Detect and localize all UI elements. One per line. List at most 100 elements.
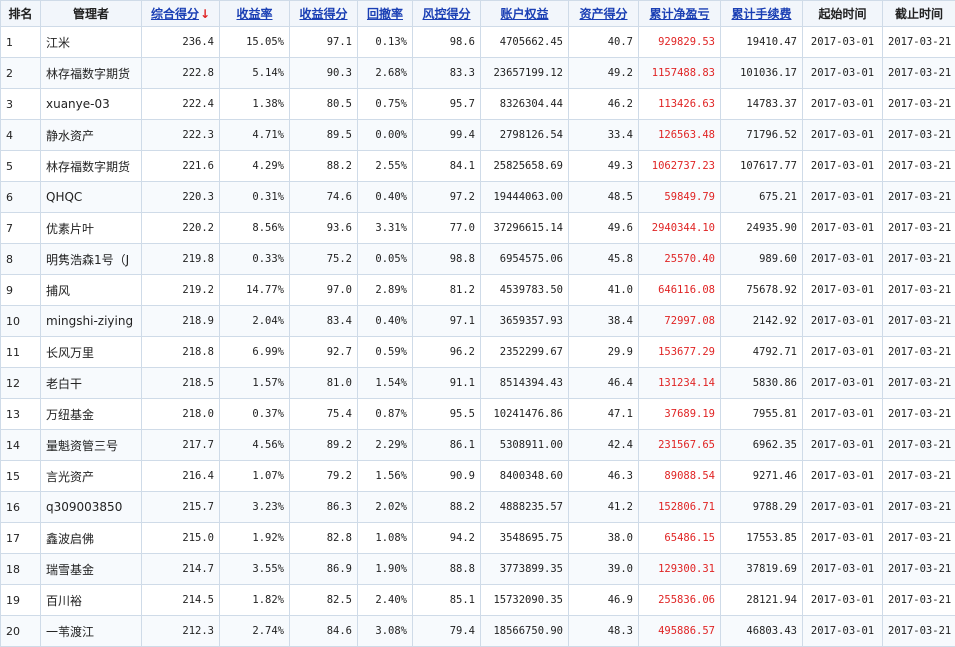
cell-total-score: 214.7 bbox=[142, 554, 220, 585]
col-header-return-rate[interactable]: 收益率 bbox=[220, 1, 290, 27]
cell-cum-fee: 675.21 bbox=[721, 182, 803, 213]
cell-return-rate: 1.82% bbox=[220, 585, 290, 616]
cell-total-score: 216.4 bbox=[142, 461, 220, 492]
col-header-drawdown[interactable]: 回撤率 bbox=[358, 1, 413, 27]
sort-desc-icon: ↓ bbox=[200, 7, 210, 21]
cell-drawdown: 2.40% bbox=[358, 585, 413, 616]
cell-equity: 37296615.14 bbox=[481, 213, 569, 244]
cell-rank: 9 bbox=[1, 275, 41, 306]
cell-rank: 19 bbox=[1, 585, 41, 616]
cell-total-score: 215.0 bbox=[142, 523, 220, 554]
table-row: 16q309003850215.73.23%86.32.02%88.248882… bbox=[1, 492, 955, 523]
table-row: 4静水资产222.34.71%89.50.00%99.42798126.5433… bbox=[1, 120, 955, 151]
sort-link-cum-pnl[interactable]: 累计净盈亏 bbox=[649, 7, 709, 21]
cell-start: 2017-03-01 bbox=[803, 554, 883, 585]
cell-cum-fee: 6962.35 bbox=[721, 430, 803, 461]
cell-start: 2017-03-01 bbox=[803, 585, 883, 616]
cell-return-rate: 1.38% bbox=[220, 89, 290, 120]
cell-cum-pnl: 2940344.10 bbox=[639, 213, 721, 244]
cell-rank: 15 bbox=[1, 461, 41, 492]
cell-end: 2017-03-21 bbox=[883, 368, 955, 399]
cell-return-rate: 0.33% bbox=[220, 244, 290, 275]
cell-end: 2017-03-21 bbox=[883, 337, 955, 368]
cell-equity: 8514394.43 bbox=[481, 368, 569, 399]
cell-drawdown: 1.56% bbox=[358, 461, 413, 492]
cell-equity: 2352299.67 bbox=[481, 337, 569, 368]
cell-manager: 老白干 bbox=[41, 368, 142, 399]
cell-return-rate: 6.99% bbox=[220, 337, 290, 368]
sort-link-total-score[interactable]: 综合得分 bbox=[151, 7, 199, 21]
table-row: 13万纽基金218.00.37%75.40.87%95.510241476.86… bbox=[1, 399, 955, 430]
cell-return-score: 79.2 bbox=[290, 461, 358, 492]
cell-return-score: 97.1 bbox=[290, 27, 358, 58]
cell-total-score: 220.3 bbox=[142, 182, 220, 213]
cell-rank: 18 bbox=[1, 554, 41, 585]
cell-equity: 25825658.69 bbox=[481, 151, 569, 182]
cell-risk-score: 81.2 bbox=[413, 275, 481, 306]
sort-link-equity[interactable]: 账户权益 bbox=[500, 7, 548, 21]
cell-risk-score: 90.9 bbox=[413, 461, 481, 492]
sort-link-risk-score[interactable]: 风控得分 bbox=[422, 7, 470, 21]
cell-risk-score: 88.2 bbox=[413, 492, 481, 523]
cell-return-rate: 0.37% bbox=[220, 399, 290, 430]
col-header-cum-fee[interactable]: 累计手续费 bbox=[721, 1, 803, 27]
cell-cum-fee: 19410.47 bbox=[721, 27, 803, 58]
cell-return-rate: 0.31% bbox=[220, 182, 290, 213]
sort-link-drawdown[interactable]: 回撤率 bbox=[367, 7, 403, 21]
sort-link-return-rate[interactable]: 收益率 bbox=[236, 7, 272, 21]
col-header-total-score[interactable]: 综合得分↓ bbox=[142, 1, 220, 27]
cell-asset-score: 38.4 bbox=[569, 306, 639, 337]
cell-cum-fee: 2142.92 bbox=[721, 306, 803, 337]
table-body: 1江米236.415.05%97.10.13%98.64705662.4540.… bbox=[1, 27, 955, 647]
cell-drawdown: 0.00% bbox=[358, 120, 413, 151]
cell-start: 2017-03-01 bbox=[803, 399, 883, 430]
cell-cum-pnl: 65486.15 bbox=[639, 523, 721, 554]
cell-cum-pnl: 646116.08 bbox=[639, 275, 721, 306]
cell-end: 2017-03-21 bbox=[883, 151, 955, 182]
cell-risk-score: 97.2 bbox=[413, 182, 481, 213]
table-row: 14量魁资管三号217.74.56%89.22.29%86.15308911.0… bbox=[1, 430, 955, 461]
cell-rank: 14 bbox=[1, 430, 41, 461]
cell-risk-score: 86.1 bbox=[413, 430, 481, 461]
col-header-risk-score[interactable]: 风控得分 bbox=[413, 1, 481, 27]
cell-asset-score: 46.2 bbox=[569, 89, 639, 120]
sort-link-cum-fee[interactable]: 累计手续费 bbox=[731, 7, 791, 21]
cell-asset-score: 47.1 bbox=[569, 399, 639, 430]
cell-manager: QHQC bbox=[41, 182, 142, 213]
cell-equity: 8326304.44 bbox=[481, 89, 569, 120]
cell-cum-fee: 7955.81 bbox=[721, 399, 803, 430]
col-header-equity[interactable]: 账户权益 bbox=[481, 1, 569, 27]
cell-equity: 2798126.54 bbox=[481, 120, 569, 151]
col-header-cum-pnl[interactable]: 累计净盈亏 bbox=[639, 1, 721, 27]
sort-link-asset-score[interactable]: 资产得分 bbox=[579, 7, 627, 21]
cell-equity: 3773899.35 bbox=[481, 554, 569, 585]
cell-rank: 16 bbox=[1, 492, 41, 523]
cell-start: 2017-03-01 bbox=[803, 368, 883, 399]
cell-return-rate: 1.92% bbox=[220, 523, 290, 554]
cell-end: 2017-03-21 bbox=[883, 58, 955, 89]
cell-rank: 1 bbox=[1, 27, 41, 58]
cell-total-score: 214.5 bbox=[142, 585, 220, 616]
cell-end: 2017-03-21 bbox=[883, 399, 955, 430]
cell-start: 2017-03-01 bbox=[803, 27, 883, 58]
col-header-rank: 排名 bbox=[1, 1, 41, 27]
cell-total-score: 218.5 bbox=[142, 368, 220, 399]
cell-return-rate: 14.77% bbox=[220, 275, 290, 306]
cell-cum-fee: 107617.77 bbox=[721, 151, 803, 182]
cell-drawdown: 1.08% bbox=[358, 523, 413, 554]
col-header-return-score[interactable]: 收益得分 bbox=[290, 1, 358, 27]
cell-cum-pnl: 153677.29 bbox=[639, 337, 721, 368]
cell-end: 2017-03-21 bbox=[883, 89, 955, 120]
cell-cum-pnl: 37689.19 bbox=[639, 399, 721, 430]
sort-link-return-score[interactable]: 收益得分 bbox=[299, 7, 347, 21]
cell-rank: 10 bbox=[1, 306, 41, 337]
col-header-asset-score[interactable]: 资产得分 bbox=[569, 1, 639, 27]
cell-start: 2017-03-01 bbox=[803, 461, 883, 492]
cell-total-score: 236.4 bbox=[142, 27, 220, 58]
cell-risk-score: 95.7 bbox=[413, 89, 481, 120]
cell-manager: 优素片叶 bbox=[41, 213, 142, 244]
cell-start: 2017-03-01 bbox=[803, 244, 883, 275]
cell-equity: 4705662.45 bbox=[481, 27, 569, 58]
cell-end: 2017-03-21 bbox=[883, 523, 955, 554]
cell-rank: 6 bbox=[1, 182, 41, 213]
